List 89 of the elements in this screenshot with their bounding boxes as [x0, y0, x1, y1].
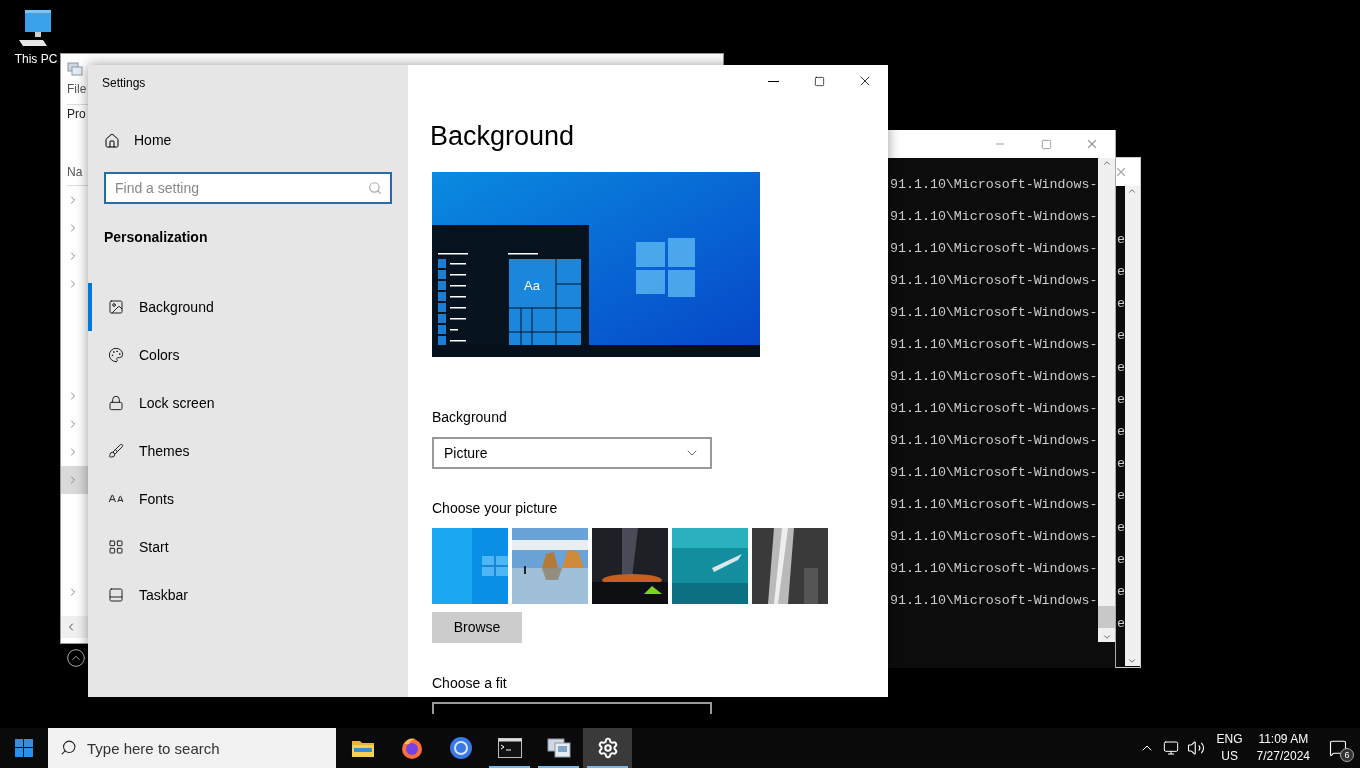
scroll-down-icon[interactable] [1127, 656, 1138, 666]
scrollbar[interactable] [1125, 186, 1140, 666]
console-line: e [1117, 391, 1125, 409]
console-line: e [1117, 263, 1125, 281]
console-line: e [1117, 359, 1125, 377]
console-line: 91.1.10\Microsoft-Windows- [890, 560, 1098, 578]
scroll-up-icon[interactable] [1127, 186, 1138, 196]
nav-item[interactable]: Fonts [88, 475, 408, 523]
console-line: e [1117, 295, 1125, 313]
picture-icon [108, 299, 124, 315]
browser-icon [448, 736, 473, 760]
search-field[interactable]: Find a setting [104, 172, 392, 204]
server-manager-icon [546, 737, 571, 759]
console-line: e [1117, 583, 1125, 601]
scroll-thumb[interactable] [1098, 606, 1115, 628]
terminal-icon [497, 738, 522, 758]
home-link[interactable]: Home [104, 130, 172, 151]
console-line: e [1117, 327, 1125, 345]
volume-icon[interactable] [1186, 739, 1205, 757]
field-label: Choose your picture [432, 499, 559, 518]
console-line: e [1117, 487, 1125, 505]
console-line: 91.1.10\Microsoft-Windows- [890, 336, 1098, 354]
nav-item[interactable]: Lock screen [88, 379, 408, 427]
close-icon [1085, 137, 1099, 151]
console-line: 91.1.10\Microsoft-Windows- [890, 528, 1098, 546]
console-line: 91.1.10\Microsoft-Windows- [890, 272, 1098, 290]
fit-dropdown[interactable] [432, 702, 712, 714]
console-line: 91.1.10\Microsoft-Windows- [890, 368, 1098, 386]
firefox-icon [399, 736, 424, 760]
page-heading: Background [430, 120, 576, 153]
search-icon [368, 181, 382, 195]
field-label: Background [432, 408, 508, 427]
computer-icon[interactable] [19, 10, 53, 48]
console-line: e [1117, 551, 1125, 569]
tiles-icon [108, 539, 124, 555]
scrollbar[interactable] [1098, 158, 1115, 642]
menu-item[interactable]: File [67, 80, 89, 98]
console-line: 91.1.10\Microsoft-Windows- [890, 176, 1098, 194]
brush-icon [108, 443, 124, 459]
settings-icon [596, 737, 619, 759]
notification-count: 6 [1340, 748, 1354, 762]
nav-item[interactable]: Taskbar [88, 571, 408, 619]
background-dropdown[interactable]: Picture [432, 437, 712, 469]
browse-button[interactable]: Browse [432, 612, 522, 643]
window-app-icon [67, 62, 83, 76]
nav-item[interactable]: Start [88, 523, 408, 571]
minimize-icon [767, 80, 779, 82]
console-line: e [1117, 615, 1125, 633]
console-line: 91.1.10\Microsoft-Windows- [890, 400, 1098, 418]
windows-logo-icon [15, 739, 33, 757]
console-line: 91.1.10\Microsoft-Windows- [890, 240, 1098, 258]
nav-item[interactable]: Colors [88, 331, 408, 379]
console-line: 91.1.10\Microsoft-Windows- [890, 496, 1098, 514]
console-line: e [1117, 519, 1125, 537]
tile-label: Aa [524, 278, 540, 293]
window-title: Settings [102, 75, 147, 92]
search-icon [60, 739, 77, 756]
console-line: 91.1.10\Microsoft-Windows- [890, 464, 1098, 482]
maximize-icon [1040, 138, 1052, 150]
console-line: 91.1.10\Microsoft-Windows- [890, 304, 1098, 322]
console-line: e [1117, 231, 1125, 249]
home-icon [104, 132, 120, 149]
taskbar-search-field[interactable]: Type here to search [48, 728, 336, 768]
desktop-icon-label[interactable]: This PC [14, 50, 58, 68]
collapse-icon[interactable] [66, 648, 86, 668]
console-line: 91.1.10\Microsoft-Windows- [890, 592, 1098, 610]
section-heading: Personalization [104, 228, 209, 247]
palette-icon [108, 347, 124, 363]
network-icon[interactable] [1162, 740, 1179, 756]
maximize-icon [813, 75, 825, 87]
console-line: 91.1.10\Microsoft-Windows- [890, 432, 1098, 450]
folder-icon [351, 739, 374, 757]
lock-icon [108, 395, 124, 411]
taskbar-app-button[interactable] [583, 728, 632, 768]
nav-item[interactable]: Themes [88, 427, 408, 475]
taskbar-icon [108, 587, 124, 603]
scroll-up-icon[interactable] [1101, 158, 1112, 168]
clock[interactable]: 11:09 AM 7/27/2024 [1256, 731, 1310, 765]
scroll-down-icon[interactable] [1101, 632, 1112, 642]
language-indicator[interactable]: ENG US [1216, 731, 1243, 765]
notification-button[interactable]: 6 [1316, 728, 1360, 768]
console-line: e [1117, 423, 1125, 441]
console-line: e [1117, 455, 1125, 473]
nav-item[interactable]: Background [88, 283, 408, 331]
notification-icon [1329, 739, 1347, 757]
console-line: 91.1.10\Microsoft-Windows- [890, 208, 1098, 226]
field-label: Choose a fit [432, 674, 508, 693]
tree-row[interactable] [61, 466, 89, 494]
close-icon[interactable] [1114, 165, 1128, 179]
